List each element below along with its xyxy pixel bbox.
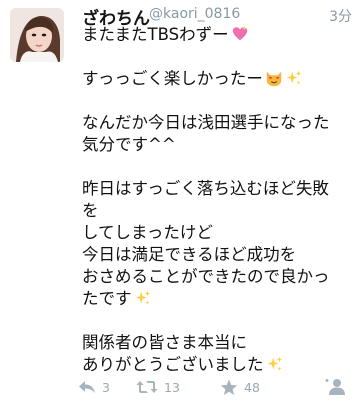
favorite-count: 48 xyxy=(244,379,260,395)
tweet-line-text: またまたTBSわずー xyxy=(82,25,229,44)
tweet-line: 昨日はすっごく落ち込むほど失敗 xyxy=(82,179,329,198)
tweet-line: を xyxy=(82,201,99,220)
tweet-line: おさめることができたので良かっ xyxy=(82,267,330,286)
follow-icon xyxy=(325,379,345,395)
tweet-line: なんだか今日は浅田選手になった xyxy=(82,113,330,132)
retweet-count: 13 xyxy=(164,379,180,395)
follow-button[interactable] xyxy=(324,376,346,398)
tweet-line: 今日は満足できるほど成功を xyxy=(82,245,297,264)
reply-icon xyxy=(79,381,95,393)
star-icon xyxy=(220,379,238,395)
retweet-icon xyxy=(136,381,158,393)
tweet-actions: 3 13 48 xyxy=(76,376,356,400)
reply-button[interactable]: 3 xyxy=(78,376,110,398)
sparkles-icon xyxy=(135,290,150,305)
sparkles-icon xyxy=(286,70,302,85)
favorite-button[interactable]: 48 xyxy=(220,376,260,398)
tweet-line: ありがとうございました xyxy=(82,354,352,376)
tweet-line-text: たです xyxy=(82,289,132,308)
retweet-button[interactable]: 13 xyxy=(136,376,180,398)
avatar[interactable] xyxy=(10,8,64,62)
tweet-card: ざわちん @kaori_0816 3分 またまたTBSわずー すっっごく楽しかっ… xyxy=(0,0,364,404)
tweet-line: たです xyxy=(82,288,352,310)
tweet-header: ざわちん @kaori_0816 3分 xyxy=(82,4,354,29)
sparkling-heart-icon xyxy=(232,25,247,41)
tweet-line: またまたTBSわずー xyxy=(82,24,352,46)
tweet-line: 気分です^^ xyxy=(82,135,176,154)
sparkles-icon xyxy=(267,356,282,371)
reply-count: 3 xyxy=(102,379,110,395)
tweet-text: またまたTBSわずー すっっごく楽しかったー なんだか今日は浅田選手になった 気… xyxy=(82,24,352,376)
tweet-line-text: すっっごく楽しかったー xyxy=(82,69,263,88)
tweet-line-text: ありがとうございました xyxy=(82,355,264,374)
timestamp[interactable]: 3分 xyxy=(329,6,352,26)
tweet-line: すっっごく楽しかったー xyxy=(82,68,352,90)
avatar-photo xyxy=(10,8,64,62)
tweet-line: してしまったけど xyxy=(82,223,213,242)
tweet-line: 関係者の皆さま本当に xyxy=(82,333,247,352)
heart-eyes-cat-icon xyxy=(266,71,282,87)
user-handle[interactable]: @kaori_0816 xyxy=(149,6,240,22)
